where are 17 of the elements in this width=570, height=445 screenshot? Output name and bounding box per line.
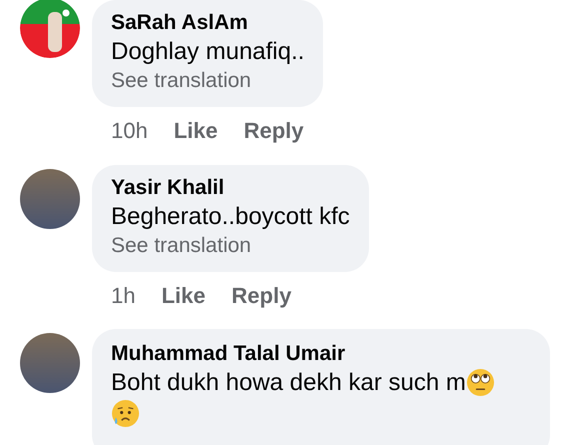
see-translation-link[interactable]: See translation — [111, 67, 304, 95]
sad-sweat-emoji-icon — [111, 399, 140, 428]
comment-time: 1h — [111, 283, 136, 309]
author-name[interactable]: Yasir Khalil — [111, 175, 350, 201]
avatar-drawing[interactable] — [20, 0, 80, 58]
comment-time: 10h — [111, 118, 148, 144]
reply-link[interactable]: Reply — [232, 283, 292, 309]
eye-roll-emoji-icon — [466, 368, 495, 397]
author-name[interactable]: Muhammad Talal Umair — [111, 341, 531, 367]
see-translation-link[interactable]: See translation — [111, 232, 350, 260]
like-link[interactable]: Like — [161, 283, 206, 309]
comment-text: Begherato..boycott kfc — [111, 202, 350, 232]
like-link[interactable]: Like — [174, 118, 218, 144]
reply-link[interactable]: Reply — [244, 118, 304, 144]
comment-text: Boht dukh howa dekh kar such m — [111, 368, 466, 398]
comment-text: Doghlay munafiq.. — [111, 37, 304, 67]
author-name[interactable]: SaRah AslAm — [111, 10, 304, 36]
